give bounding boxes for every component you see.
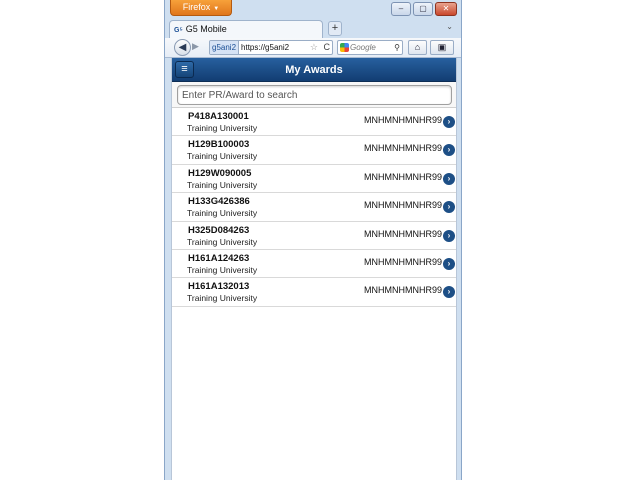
award-organization: Training University (187, 151, 258, 162)
page-title: My Awards (285, 64, 343, 76)
award-organization: Training University (187, 179, 258, 190)
award-number: P418A130001 (188, 111, 249, 122)
site-identity-badge[interactable]: g5ani2 (210, 41, 240, 54)
star-icon[interactable]: ☆ (310, 41, 318, 54)
award-code: MNHMNHMNHR99 (364, 143, 442, 154)
chevron-right-icon[interactable]: › (443, 229, 455, 242)
tab-list-icon[interactable]: ⌄ (446, 22, 453, 31)
award-code: MNHMNHMNHR99 (364, 228, 442, 239)
chevron-right-icon[interactable]: › (443, 144, 455, 157)
forward-button[interactable]: ▶ (192, 41, 199, 52)
list-item[interactable]: H161A124263 Training University MNHMNHMN… (172, 249, 456, 279)
chevron-right-icon[interactable]: › (443, 172, 455, 185)
tab-bar: G⁵ G5 Mobile + ⌄ (165, 18, 461, 38)
tab-title: G5 Mobile (185, 24, 227, 34)
page-content: ≡ My Awards P418A130001 Training Univers… (171, 58, 457, 480)
firefox-menu-button[interactable]: Firefox ▼ (170, 0, 232, 16)
url-text: https://g5ani2 (241, 43, 290, 52)
new-tab-button[interactable]: + (328, 21, 342, 36)
award-code: MNHMNHMNHR99 (364, 256, 442, 267)
chevron-right-icon[interactable]: › (443, 286, 455, 299)
web-search-placeholder: Google (350, 43, 376, 52)
award-code: MNHMNHMNHR99 (364, 285, 442, 296)
maximize-button[interactable]: ▢ (413, 2, 433, 16)
award-organization: Training University (187, 264, 258, 275)
app-header: ≡ My Awards (172, 58, 456, 82)
award-number: H129B100003 (188, 139, 250, 151)
chevron-right-icon[interactable]: › (443, 257, 455, 270)
web-search-box[interactable]: Google ⚲ (337, 40, 403, 55)
award-search-input[interactable] (177, 85, 452, 105)
award-code: MNHMNHMNHR99 (364, 200, 442, 211)
title-bar: Firefox ▼ – ▢ ✕ (165, 0, 461, 18)
award-number: H129W090005 (188, 167, 252, 179)
award-organization: Training University (187, 293, 258, 304)
reload-icon[interactable]: C (324, 41, 331, 54)
award-code: MNHMNHMNHR99 (364, 115, 442, 125)
chevron-right-icon[interactable]: › (443, 201, 455, 214)
award-number: H161A124263 (188, 252, 250, 264)
browser-window: Firefox ▼ – ▢ ✕ G⁵ G5 Mobile + ⌄ ◀ ▶ g5ani… (164, 0, 462, 480)
minimize-button[interactable]: – (391, 2, 411, 16)
list-item[interactable]: H133G426386 Training University MNHMNHMN… (172, 193, 456, 222)
chevron-right-icon[interactable]: › (443, 116, 455, 128)
list-item[interactable]: H161A132013 Training University MNHMNHMN… (172, 278, 456, 307)
window-controls: – ▢ ✕ (389, 2, 457, 16)
award-list: P418A130001 Training University MNHMNHMN… (172, 108, 456, 307)
award-number: H133G426386 (188, 196, 250, 208)
bookmarks-button[interactable]: ▣ (430, 40, 454, 55)
back-button[interactable]: ◀ (174, 39, 191, 56)
close-window-button[interactable]: ✕ (435, 2, 457, 16)
award-organization: Training University (187, 236, 258, 247)
google-icon[interactable] (340, 43, 349, 52)
list-item[interactable]: H325D084263 Training University MNHMNHMN… (172, 221, 456, 250)
url-bar[interactable]: g5ani2 https://g5ani2 ☆ C (209, 40, 333, 55)
search-icon[interactable]: ⚲ (394, 41, 400, 54)
award-code: MNHMNHMNHR99 (364, 171, 442, 182)
firefox-menu-label: Firefox (182, 2, 211, 12)
g5-favicon-icon: G⁵ (174, 27, 183, 34)
tab-g5-mobile[interactable]: G⁵ G5 Mobile (169, 20, 323, 38)
list-item[interactable]: P418A130001 Training University MNHMNHMN… (172, 108, 456, 137)
award-search-bar (172, 82, 456, 108)
award-number: H161A132013 (188, 281, 250, 293)
award-organization: Training University (187, 208, 258, 219)
list-item[interactable]: H129W090005 Training University MNHMNHMN… (172, 164, 456, 194)
navigation-toolbar: ◀ ▶ g5ani2 https://g5ani2 ☆ C Google ⚲ ⌂ … (165, 38, 461, 58)
award-number: H325D084263 (188, 224, 250, 236)
chevron-down-icon: ▼ (213, 6, 220, 12)
award-organization: Training University (187, 123, 258, 133)
list-item[interactable]: H129B100003 Training University MNHMNHMN… (172, 136, 456, 165)
home-button[interactable]: ⌂ (408, 40, 427, 55)
